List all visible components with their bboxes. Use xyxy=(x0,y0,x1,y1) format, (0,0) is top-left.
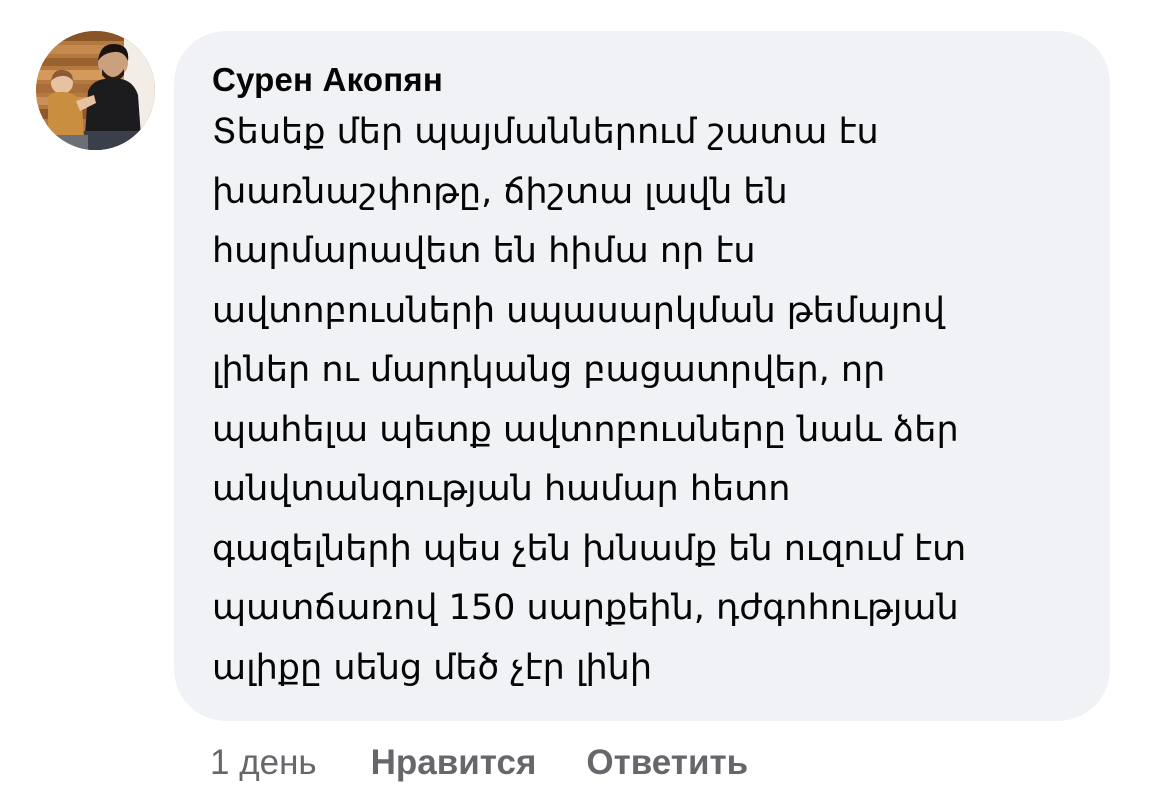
like-button[interactable]: Нравится xyxy=(371,743,537,783)
reply-button[interactable]: Ответить xyxy=(586,743,748,783)
comment-text: Տեսեք մեր պայմաններում շատա էս խառնաշփոթ… xyxy=(212,112,967,688)
user-photo-icon xyxy=(36,31,155,150)
comment-bubble: Сурен Акопян Տեսեք մեր պայմաններում շատա… xyxy=(174,31,1110,721)
comment-timestamp[interactable]: 1 день xyxy=(210,743,317,783)
comment-actions-bar: 1 день Нравится Ответить xyxy=(210,738,748,788)
avatar[interactable] xyxy=(36,31,155,150)
comment-author-name[interactable]: Сурен Акопян xyxy=(212,60,1080,100)
